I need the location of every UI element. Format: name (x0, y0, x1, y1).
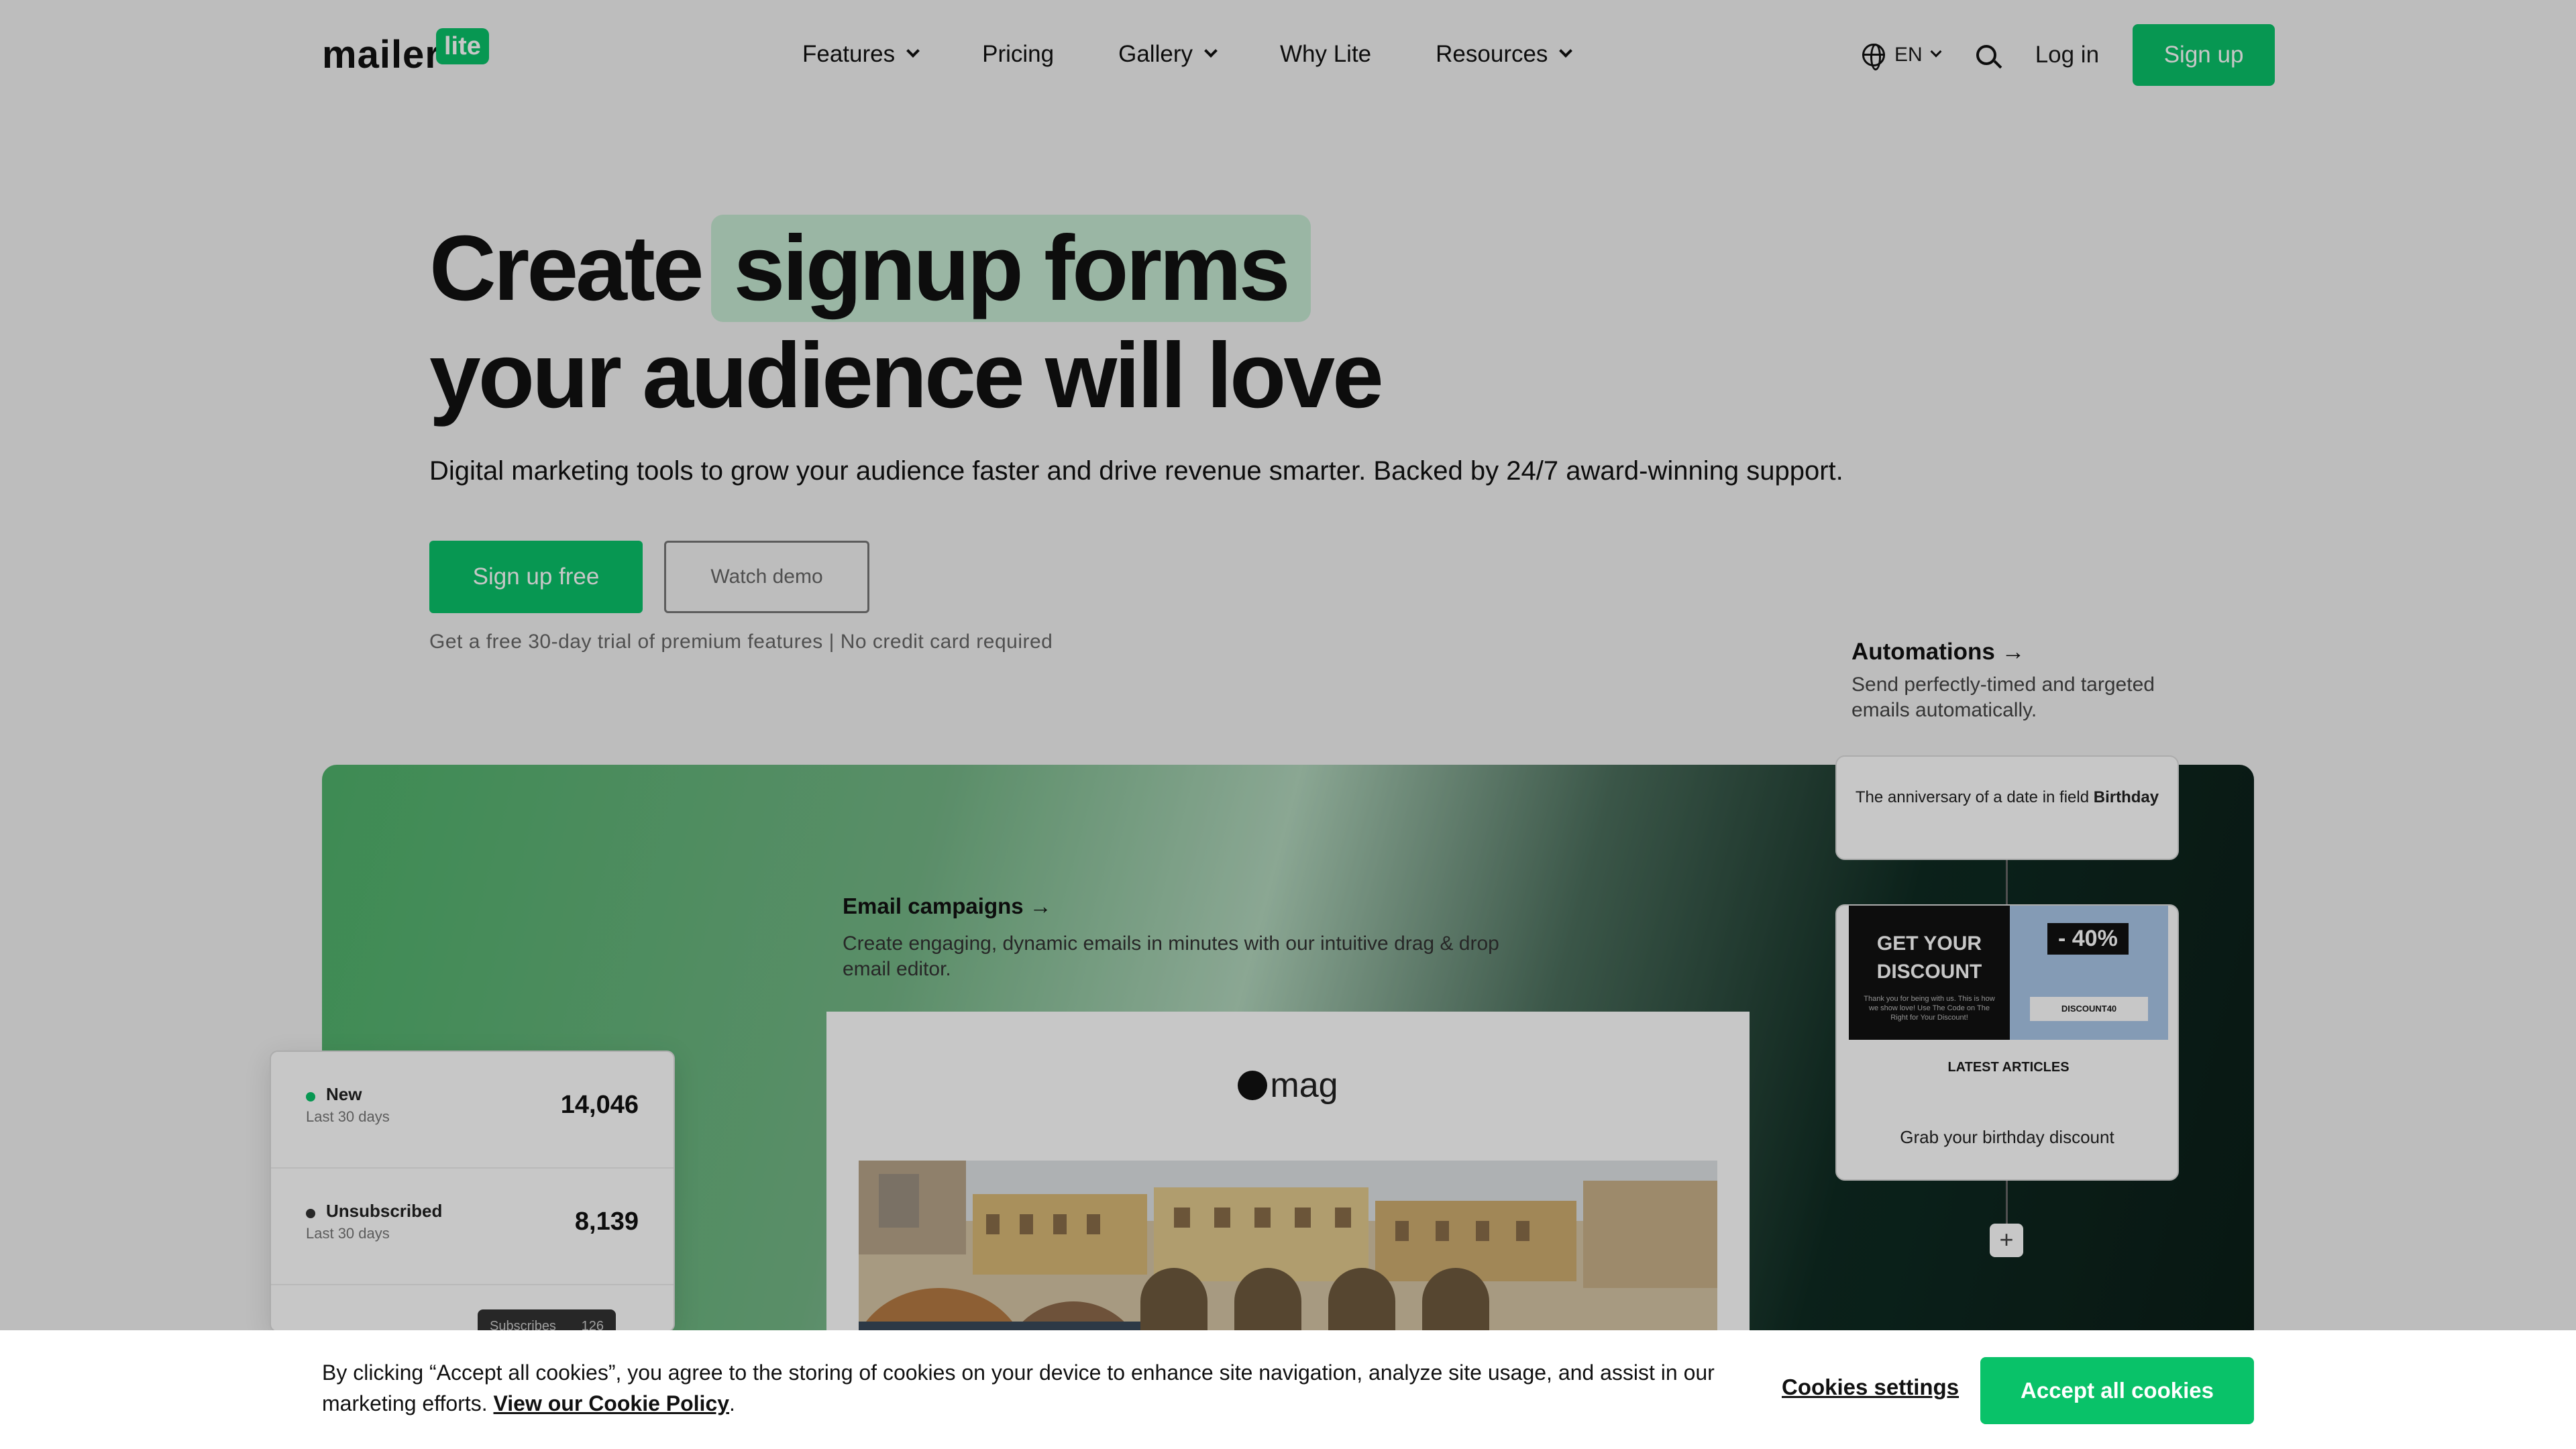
cookie-policy-link[interactable]: View our Cookie Policy (494, 1391, 730, 1415)
accept-all-cookies-button[interactable]: Accept all cookies (1980, 1357, 2254, 1424)
cookie-text-period: . (729, 1391, 735, 1415)
cookie-overlay (0, 0, 2576, 1330)
cookie-banner: By clicking “Accept all cookies”, you ag… (0, 1330, 2576, 1449)
cookie-text-block: By clicking “Accept all cookies”, you ag… (322, 1357, 1717, 1419)
cookies-settings-link[interactable]: Cookies settings (1782, 1375, 1959, 1400)
